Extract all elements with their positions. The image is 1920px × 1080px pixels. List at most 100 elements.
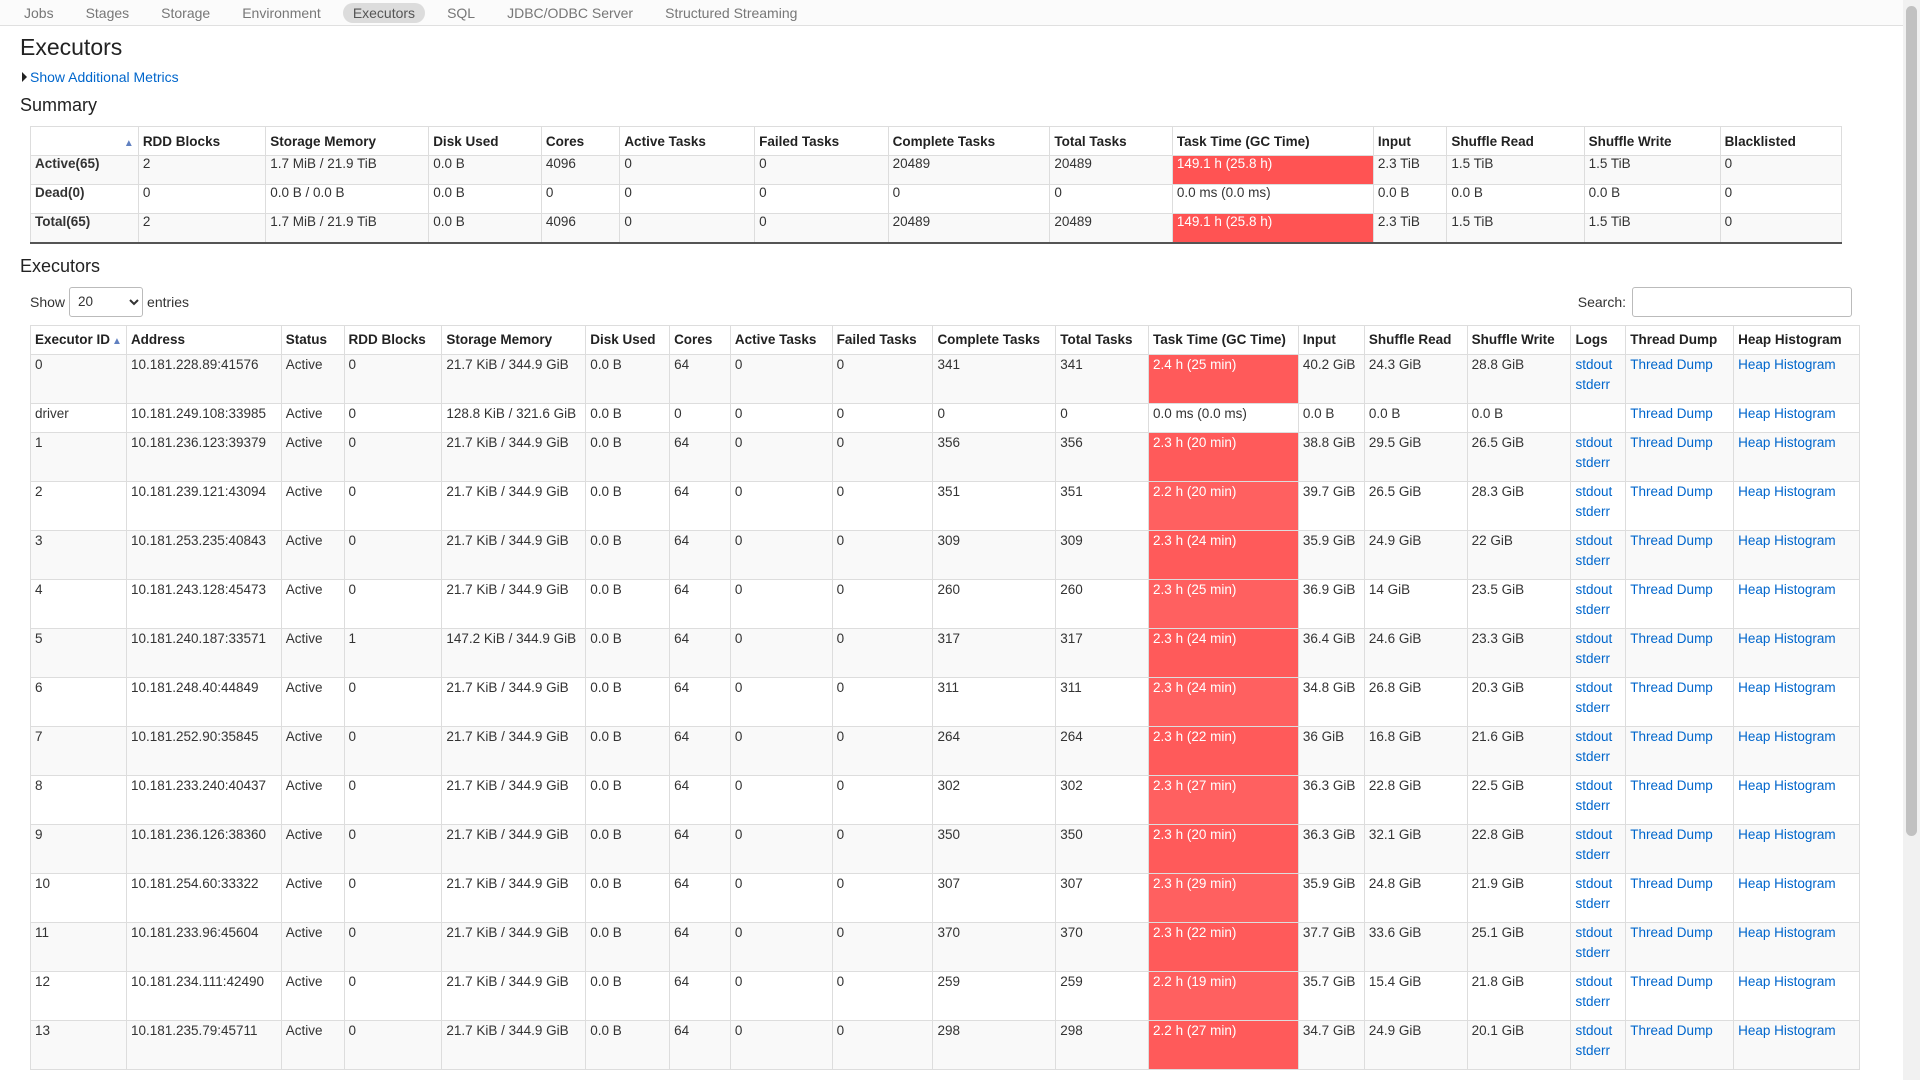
heap-histogram-link[interactable]: Heap Histogram xyxy=(1738,631,1836,646)
thread-dump-link[interactable]: Thread Dump xyxy=(1630,357,1713,372)
heap-histogram-link[interactable]: Heap Histogram xyxy=(1738,357,1836,372)
exec-header-active-tasks[interactable]: Active Tasks xyxy=(729,324,833,355)
heap-histogram-link[interactable]: Heap Histogram xyxy=(1738,484,1836,499)
exec-header-storage-memory[interactable]: Storage Memory xyxy=(441,324,587,355)
stderr-link[interactable]: stderr xyxy=(1575,504,1610,519)
stderr-link[interactable]: stderr xyxy=(1575,847,1610,862)
heap-histogram-link[interactable]: Heap Histogram xyxy=(1738,582,1836,597)
heap-histogram-link[interactable]: Heap Histogram xyxy=(1738,533,1836,548)
summary-header-shuffle-read[interactable]: Shuffle Read xyxy=(1446,126,1585,156)
nav-tab-executors[interactable]: Executors xyxy=(342,2,426,23)
stderr-link[interactable]: stderr xyxy=(1575,651,1610,666)
heap-histogram-link[interactable]: Heap Histogram xyxy=(1738,729,1836,744)
heap-histogram-link[interactable]: Heap Histogram xyxy=(1738,876,1836,891)
stdout-link[interactable]: stdout xyxy=(1575,778,1612,793)
stdout-link[interactable]: stdout xyxy=(1575,435,1612,450)
exec-header-complete-tasks[interactable]: Complete Tasks xyxy=(932,324,1057,355)
stderr-link[interactable]: stderr xyxy=(1575,896,1610,911)
summary-header-storage-memory[interactable]: Storage Memory xyxy=(265,126,430,156)
summary-header-shuffle-write[interactable]: Shuffle Write xyxy=(1583,126,1721,156)
summary-header-cores[interactable]: Cores xyxy=(540,126,621,156)
heap-histogram-link[interactable]: Heap Histogram xyxy=(1738,778,1836,793)
stderr-link[interactable]: stderr xyxy=(1575,553,1610,568)
heap-histogram-link[interactable]: Heap Histogram xyxy=(1738,435,1836,450)
exec-header-shuffle-read[interactable]: Shuffle Read xyxy=(1363,324,1468,355)
thread-dump-link[interactable]: Thread Dump xyxy=(1630,484,1713,499)
exec-header-failed-tasks[interactable]: Failed Tasks xyxy=(831,324,934,355)
nav-tab-jdbc-odbc-server[interactable]: JDBC/ODBC Server xyxy=(497,3,643,23)
summary-header-failed-tasks[interactable]: Failed Tasks xyxy=(754,126,889,156)
exec-header-logs[interactable]: Logs xyxy=(1570,324,1627,355)
summary-header-input[interactable]: Input xyxy=(1372,126,1448,156)
stderr-link[interactable]: stderr xyxy=(1575,377,1610,392)
stdout-link[interactable]: stdout xyxy=(1575,1023,1612,1038)
summary-header-active-tasks[interactable]: Active Tasks xyxy=(619,126,756,156)
thread-dump-link[interactable]: Thread Dump xyxy=(1630,1023,1713,1038)
thread-dump-link[interactable]: Thread Dump xyxy=(1630,729,1713,744)
thread-dump-link[interactable]: Thread Dump xyxy=(1630,680,1713,695)
exec-header-disk-used[interactable]: Disk Used xyxy=(585,324,671,355)
summary-header-complete-tasks[interactable]: Complete Tasks xyxy=(887,126,1051,156)
stdout-link[interactable]: stdout xyxy=(1575,974,1612,989)
stderr-link[interactable]: stderr xyxy=(1575,994,1610,1009)
stderr-link[interactable]: stderr xyxy=(1575,1043,1610,1058)
expand-triangle-icon[interactable] xyxy=(22,72,27,82)
thread-dump-link[interactable]: Thread Dump xyxy=(1630,778,1713,793)
stdout-link[interactable]: stdout xyxy=(1575,827,1612,842)
exec-header-status[interactable]: Status xyxy=(280,324,345,355)
nav-tab-structured-streaming[interactable]: Structured Streaming xyxy=(655,3,807,23)
nav-tab-jobs[interactable]: Jobs xyxy=(14,3,64,23)
nav-tab-storage[interactable]: Storage xyxy=(151,3,220,23)
vertical-scrollbar[interactable] xyxy=(1903,0,1920,1080)
nav-tab-environment[interactable]: Environment xyxy=(232,3,331,23)
sort-asc-icon[interactable]: ▲ xyxy=(124,138,134,149)
thread-dump-link[interactable]: Thread Dump xyxy=(1630,631,1713,646)
thread-dump-link[interactable]: Thread Dump xyxy=(1630,974,1713,989)
heap-histogram-link[interactable]: Heap Histogram xyxy=(1738,827,1836,842)
summary-header-task-time-gc-time[interactable]: Task Time (GC Time) xyxy=(1171,126,1374,156)
stderr-link[interactable]: stderr xyxy=(1575,455,1610,470)
exec-header-task-time-gc-time[interactable]: Task Time (GC Time) xyxy=(1148,324,1299,355)
scrollbar-thumb[interactable] xyxy=(1906,6,1917,836)
stdout-link[interactable]: stdout xyxy=(1575,357,1612,372)
heap-histogram-link[interactable]: Heap Histogram xyxy=(1738,974,1836,989)
stderr-link[interactable]: stderr xyxy=(1575,700,1610,715)
thread-dump-link[interactable]: Thread Dump xyxy=(1630,827,1713,842)
heap-histogram-link[interactable]: Heap Histogram xyxy=(1738,680,1836,695)
stdout-link[interactable]: stdout xyxy=(1575,631,1612,646)
thread-dump-link[interactable]: Thread Dump xyxy=(1630,435,1713,450)
show-additional-metrics-link[interactable]: Show Additional Metrics xyxy=(30,69,179,85)
thread-dump-link[interactable]: Thread Dump xyxy=(1630,406,1713,421)
stdout-link[interactable]: stdout xyxy=(1575,680,1612,695)
stdout-link[interactable]: stdout xyxy=(1575,925,1612,940)
sort-asc-icon[interactable]: ▲ xyxy=(112,336,122,347)
stdout-link[interactable]: stdout xyxy=(1575,533,1612,548)
summary-header-blacklisted[interactable]: Blacklisted xyxy=(1719,126,1843,156)
summary-header-sort[interactable]: ▲ xyxy=(30,126,139,156)
stderr-link[interactable]: stderr xyxy=(1575,602,1610,617)
summary-header-total-tasks[interactable]: Total Tasks xyxy=(1049,126,1173,156)
thread-dump-link[interactable]: Thread Dump xyxy=(1630,582,1713,597)
thread-dump-link[interactable]: Thread Dump xyxy=(1630,533,1713,548)
stderr-link[interactable]: stderr xyxy=(1575,749,1610,764)
exec-header-rdd-blocks[interactable]: RDD Blocks xyxy=(343,324,443,355)
stdout-link[interactable]: stdout xyxy=(1575,876,1612,891)
exec-header-total-tasks[interactable]: Total Tasks xyxy=(1055,324,1150,355)
nav-tab-stages[interactable]: Stages xyxy=(76,3,140,23)
heap-histogram-link[interactable]: Heap Histogram xyxy=(1738,925,1836,940)
heap-histogram-link[interactable]: Heap Histogram xyxy=(1738,406,1836,421)
summary-header-rdd-blocks[interactable]: RDD Blocks xyxy=(137,126,267,156)
heap-histogram-link[interactable]: Heap Histogram xyxy=(1738,1023,1836,1038)
exec-header-address[interactable]: Address xyxy=(125,324,282,355)
search-input[interactable] xyxy=(1632,286,1852,317)
stderr-link[interactable]: stderr xyxy=(1575,798,1610,813)
stderr-link[interactable]: stderr xyxy=(1575,945,1610,960)
nav-tab-sql[interactable]: SQL xyxy=(437,3,485,23)
exec-header-executor-id[interactable]: Executor ID ▲ xyxy=(30,324,127,355)
exec-header-input[interactable]: Input xyxy=(1297,324,1365,355)
show-additional-metrics[interactable]: Show Additional Metrics xyxy=(22,69,1900,85)
exec-header-shuffle-write[interactable]: Shuffle Write xyxy=(1466,324,1572,355)
stdout-link[interactable]: stdout xyxy=(1575,582,1612,597)
exec-header-heap-histogram[interactable]: Heap Histogram xyxy=(1733,324,1860,355)
stdout-link[interactable]: stdout xyxy=(1575,484,1612,499)
